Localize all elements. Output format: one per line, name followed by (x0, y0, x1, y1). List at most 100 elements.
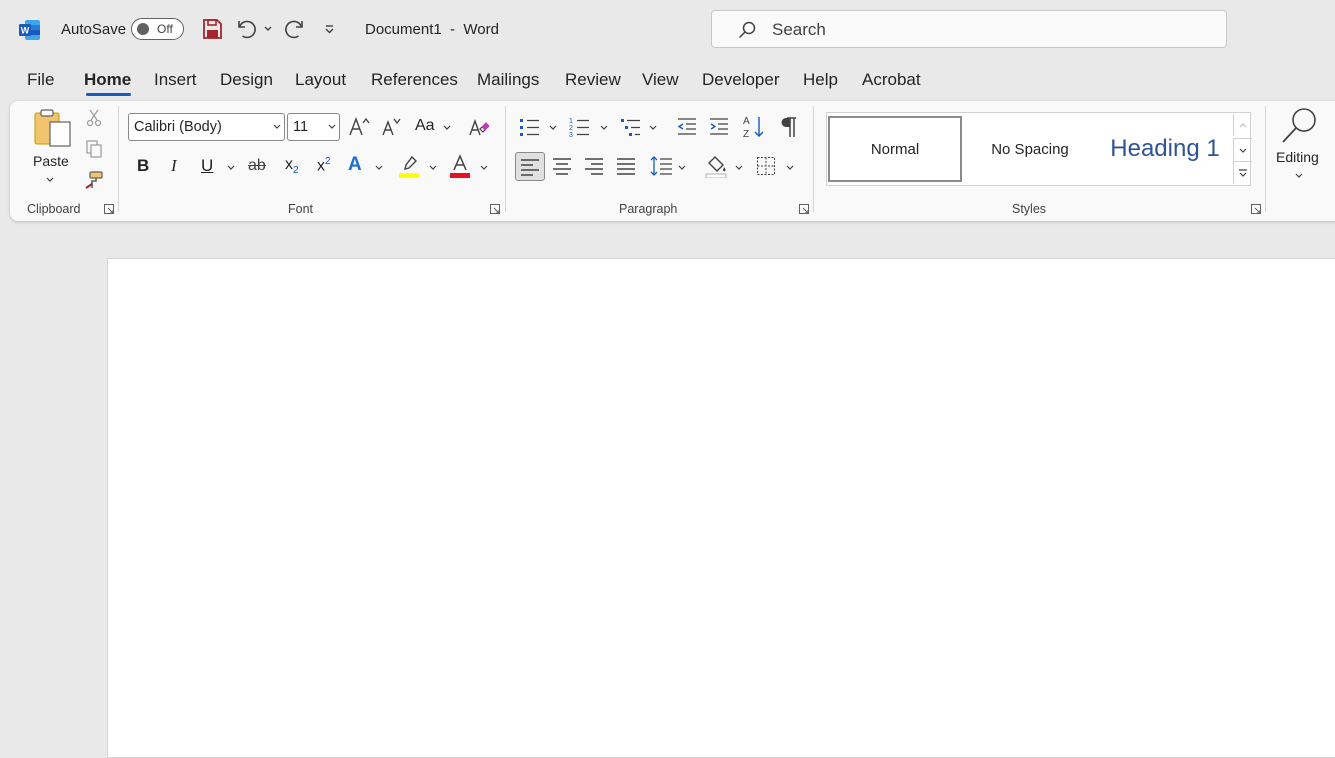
subscript-button[interactable]: x2 (285, 156, 299, 176)
justify-icon[interactable] (616, 157, 636, 175)
font-size-combo[interactable] (287, 113, 340, 141)
styles-more[interactable] (1233, 161, 1252, 184)
style-no-spacing-label: No Spacing (991, 140, 1069, 158)
font-size-input[interactable] (291, 118, 325, 136)
change-case-button[interactable]: Aa (415, 117, 435, 135)
paragraph-launcher-icon[interactable] (799, 204, 809, 214)
strikethrough-button[interactable]: ab (248, 157, 266, 175)
multilevel-dropdown-icon[interactable] (649, 125, 657, 130)
paste-label[interactable]: Paste (33, 153, 69, 169)
tab-review[interactable]: Review (565, 70, 621, 90)
undo-icon[interactable] (234, 17, 258, 41)
tab-layout[interactable]: Layout (295, 70, 346, 90)
word-logo-icon: W (19, 20, 40, 40)
font-size-dropdown-icon[interactable] (328, 124, 336, 129)
paste-dropdown-icon[interactable] (46, 177, 54, 182)
bold-button[interactable]: B (137, 156, 149, 176)
decrease-indent-icon[interactable] (675, 115, 699, 139)
find-icon[interactable] (1280, 106, 1320, 146)
font-color-dropdown-icon[interactable] (480, 165, 488, 170)
change-case-dropdown-icon[interactable] (443, 125, 451, 130)
undo-dropdown-icon[interactable] (260, 17, 284, 41)
line-spacing-dropdown-icon[interactable] (678, 165, 686, 170)
align-left-button[interactable] (515, 152, 545, 181)
text-effects-dropdown-icon[interactable] (375, 165, 383, 170)
document-page[interactable] (107, 258, 1335, 758)
style-normal-label: Normal (870, 140, 920, 158)
highlight-color-icon[interactable] (398, 154, 422, 178)
style-heading-1-label: Heading 1 (1110, 135, 1220, 162)
align-right-icon[interactable] (584, 157, 604, 175)
customize-qat-icon[interactable] (318, 17, 342, 41)
tab-home[interactable]: Home (84, 70, 131, 90)
clipboard-launcher-icon[interactable] (104, 204, 114, 214)
tab-insert[interactable]: Insert (154, 70, 197, 90)
save-icon[interactable] (200, 17, 224, 41)
borders-dropdown-icon[interactable] (786, 165, 794, 170)
styles-scroll-up[interactable] (1233, 114, 1252, 136)
autosave-toggle[interactable]: Off (131, 18, 184, 40)
align-left-icon (521, 159, 539, 176)
autosave-label: AutoSave (61, 21, 127, 38)
line-spacing-icon[interactable] (650, 155, 674, 177)
style-no-spacing[interactable]: No Spacing (965, 116, 1095, 182)
chevron-up-icon (1239, 122, 1247, 127)
shading-dropdown-icon[interactable] (735, 165, 743, 170)
increase-indent-icon[interactable] (707, 115, 731, 139)
text-effects-button[interactable]: A (348, 154, 362, 176)
tab-view[interactable]: View (642, 70, 679, 90)
editing-dropdown-icon[interactable] (1295, 173, 1303, 178)
clear-formatting-icon[interactable] (467, 115, 491, 139)
multilevel-list-icon[interactable] (619, 115, 643, 139)
font-name-input[interactable] (132, 118, 266, 136)
style-heading-1[interactable]: Heading 1 (1099, 116, 1231, 182)
underline-button[interactable]: U (201, 156, 213, 176)
font-color-icon[interactable] (449, 154, 473, 178)
font-name-dropdown-icon[interactable] (273, 124, 281, 129)
show-formatting-marks-icon[interactable] (778, 115, 800, 139)
bullets-icon[interactable] (518, 115, 542, 139)
styles-scroll-down[interactable] (1233, 138, 1252, 161)
underline-dropdown-icon[interactable] (227, 165, 235, 170)
numbering-dropdown-icon[interactable] (600, 125, 608, 130)
shrink-font-icon[interactable] (379, 115, 403, 139)
italic-button[interactable]: I (171, 156, 177, 176)
tab-help[interactable]: Help (803, 70, 838, 90)
borders-icon[interactable] (756, 156, 776, 176)
shading-icon[interactable] (705, 154, 729, 178)
group-divider (118, 106, 119, 212)
style-normal[interactable]: Normal (828, 116, 962, 182)
search-box[interactable] (711, 10, 1227, 48)
font-group-label: Font (288, 202, 314, 216)
editing-label[interactable]: Editing (1276, 149, 1319, 165)
styles-launcher-icon[interactable] (1251, 204, 1261, 214)
grow-font-icon[interactable] (347, 115, 371, 139)
superscript-button[interactable]: x2 (317, 156, 331, 175)
cut-icon[interactable] (84, 107, 104, 127)
align-center-icon[interactable] (552, 157, 572, 175)
tab-file[interactable]: File (27, 70, 54, 90)
paste-icon[interactable] (32, 108, 74, 148)
font-launcher-icon[interactable] (490, 204, 500, 214)
numbering-icon[interactable]: 1 2 3 (568, 115, 592, 139)
bullets-dropdown-icon[interactable] (549, 125, 557, 130)
sort-icon[interactable]: A Z (742, 114, 766, 140)
highlight-dropdown-icon[interactable] (429, 165, 437, 170)
copy-icon[interactable] (84, 139, 104, 159)
tab-acrobat[interactable]: Acrobat (862, 70, 921, 90)
tab-developer[interactable]: Developer (702, 70, 780, 90)
chevron-down-icon (1239, 148, 1247, 153)
format-painter-icon[interactable] (84, 170, 104, 190)
font-name-combo[interactable] (128, 113, 285, 141)
title-bar: W AutoSave Off Document1 - Word (0, 0, 1335, 60)
search-input[interactable] (770, 17, 1204, 43)
tab-design[interactable]: Design (220, 70, 273, 90)
svg-text:W: W (21, 26, 30, 36)
tab-references[interactable]: References (371, 70, 458, 90)
svg-text:A: A (743, 116, 750, 127)
search-icon (738, 21, 756, 39)
styles-gallery: Normal No Spacing Heading 1 (826, 112, 1252, 186)
svg-text:3: 3 (569, 132, 573, 139)
tab-mailings[interactable]: Mailings (477, 70, 539, 90)
redo-icon[interactable] (283, 17, 307, 41)
